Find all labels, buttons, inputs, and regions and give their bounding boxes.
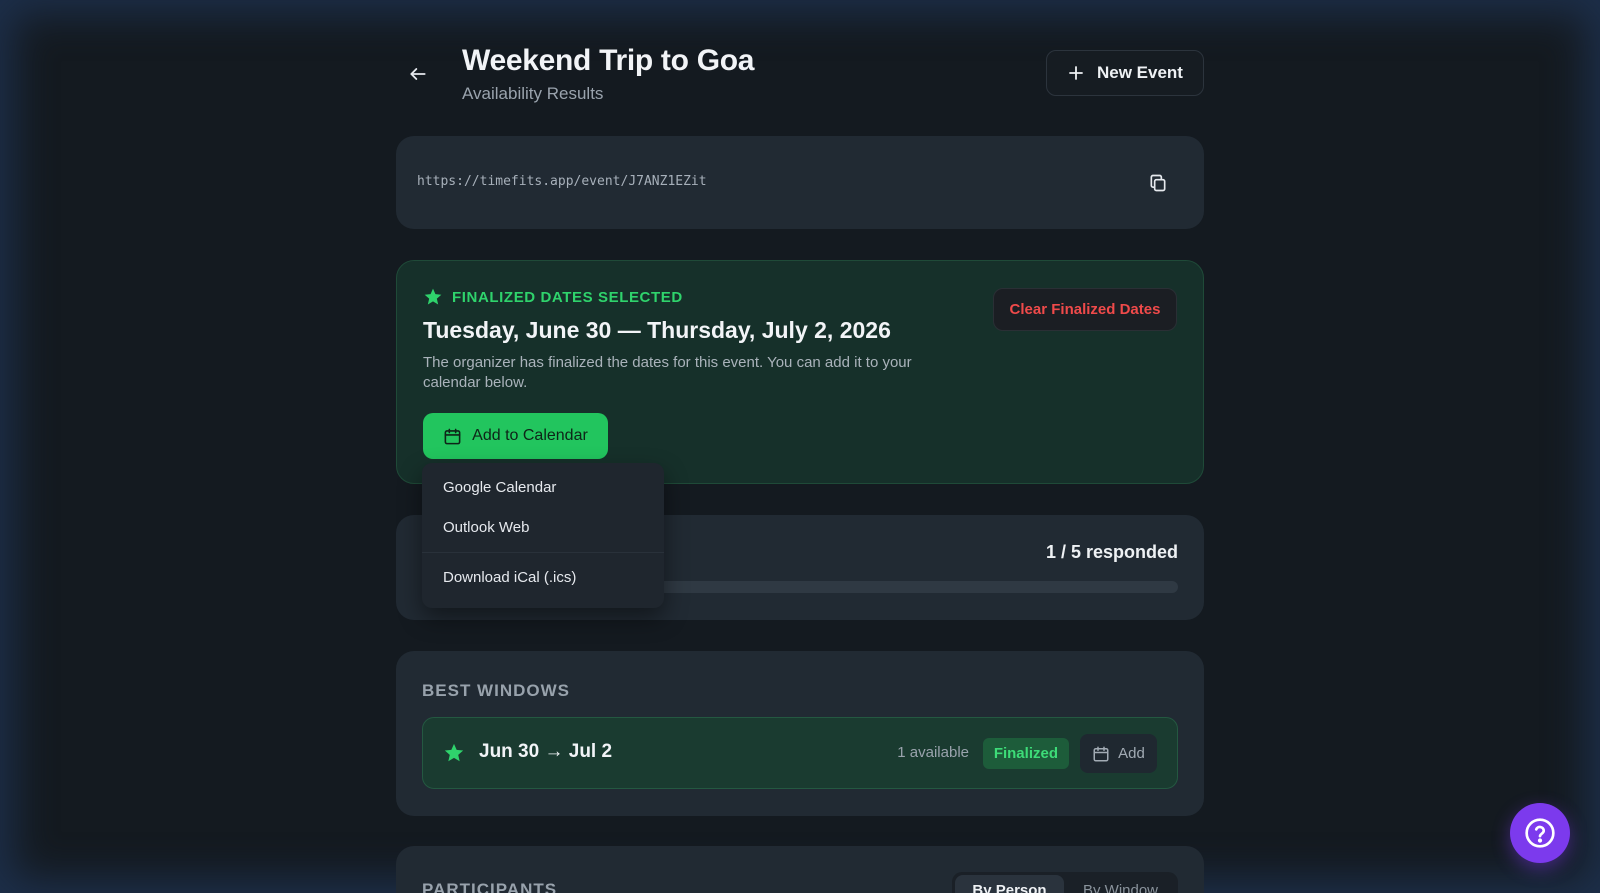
page-title: Weekend Trip to Goa	[462, 44, 755, 77]
menu-item-outlook-web[interactable]: Outlook Web	[422, 507, 664, 547]
clear-finalized-button[interactable]: Clear Finalized Dates	[993, 288, 1177, 331]
help-button[interactable]	[1510, 803, 1570, 863]
add-window-label: Add	[1118, 745, 1145, 762]
add-to-calendar-button[interactable]: Add to Calendar	[423, 413, 608, 459]
participants-card: PARTICIPANTS By Person By Window	[396, 846, 1204, 893]
tab-by-person[interactable]: By Person	[955, 875, 1064, 893]
back-button[interactable]	[406, 62, 430, 86]
menu-divider	[422, 552, 664, 553]
add-to-calendar-menu: Google Calendar Outlook Web Download iCa…	[422, 463, 664, 608]
participants-view-toggle: By Person By Window	[952, 872, 1178, 893]
arrow-left-icon	[410, 68, 426, 80]
share-link-card: https://timefits.app/event/J7ANZ1EZit	[396, 136, 1204, 229]
best-windows-card: BEST WINDOWS Jun 30 → Jul 2 1 available …	[396, 651, 1204, 816]
menu-item-google-calendar[interactable]: Google Calendar	[422, 467, 664, 507]
help-icon	[1525, 818, 1555, 848]
finalized-dates-card: FINALIZED DATES SELECTED Tuesday, June 3…	[396, 260, 1204, 484]
page-header: Weekend Trip to Goa Availability Results…	[396, 44, 1204, 106]
finalized-dates: Tuesday, June 30 — Thursday, July 2, 202…	[423, 317, 891, 343]
participants-title: PARTICIPANTS	[422, 880, 558, 893]
new-event-button[interactable]: New Event	[1046, 50, 1204, 96]
window-availability: 1 available	[897, 744, 969, 761]
window-date-range: Jun 30 → Jul 2	[479, 741, 613, 762]
responded-count: 1 / 5 responded	[1045, 542, 1178, 562]
tab-by-window[interactable]: By Window	[1066, 875, 1175, 893]
share-url[interactable]: https://timefits.app/event/J7ANZ1EZit	[417, 174, 707, 189]
add-to-calendar-label: Add to Calendar	[472, 427, 588, 444]
best-windows-title: BEST WINDOWS	[422, 681, 570, 700]
calendar-icon	[444, 428, 461, 444]
add-window-button[interactable]: Add	[1080, 734, 1157, 773]
new-event-label: New Event	[1097, 63, 1183, 82]
finalized-badge-text: FINALIZED DATES SELECTED	[452, 288, 683, 306]
window-row[interactable]: Jun 30 → Jul 2 1 available Finalized Add	[422, 717, 1178, 789]
menu-item-download-ical[interactable]: Download iCal (.ics)	[422, 557, 664, 597]
plus-icon	[1069, 66, 1083, 80]
star-icon	[424, 288, 442, 305]
star-icon	[444, 743, 464, 762]
finalized-badge: FINALIZED DATES SELECTED	[423, 287, 683, 307]
calendar-icon	[1093, 746, 1109, 761]
page-subtitle: Availability Results	[462, 84, 604, 103]
copy-link-button[interactable]	[1146, 171, 1170, 195]
finalized-description: The organizer has finalized the dates fo…	[423, 354, 912, 391]
finalized-status-badge: Finalized	[982, 738, 1069, 769]
copy-icon	[1150, 174, 1166, 192]
